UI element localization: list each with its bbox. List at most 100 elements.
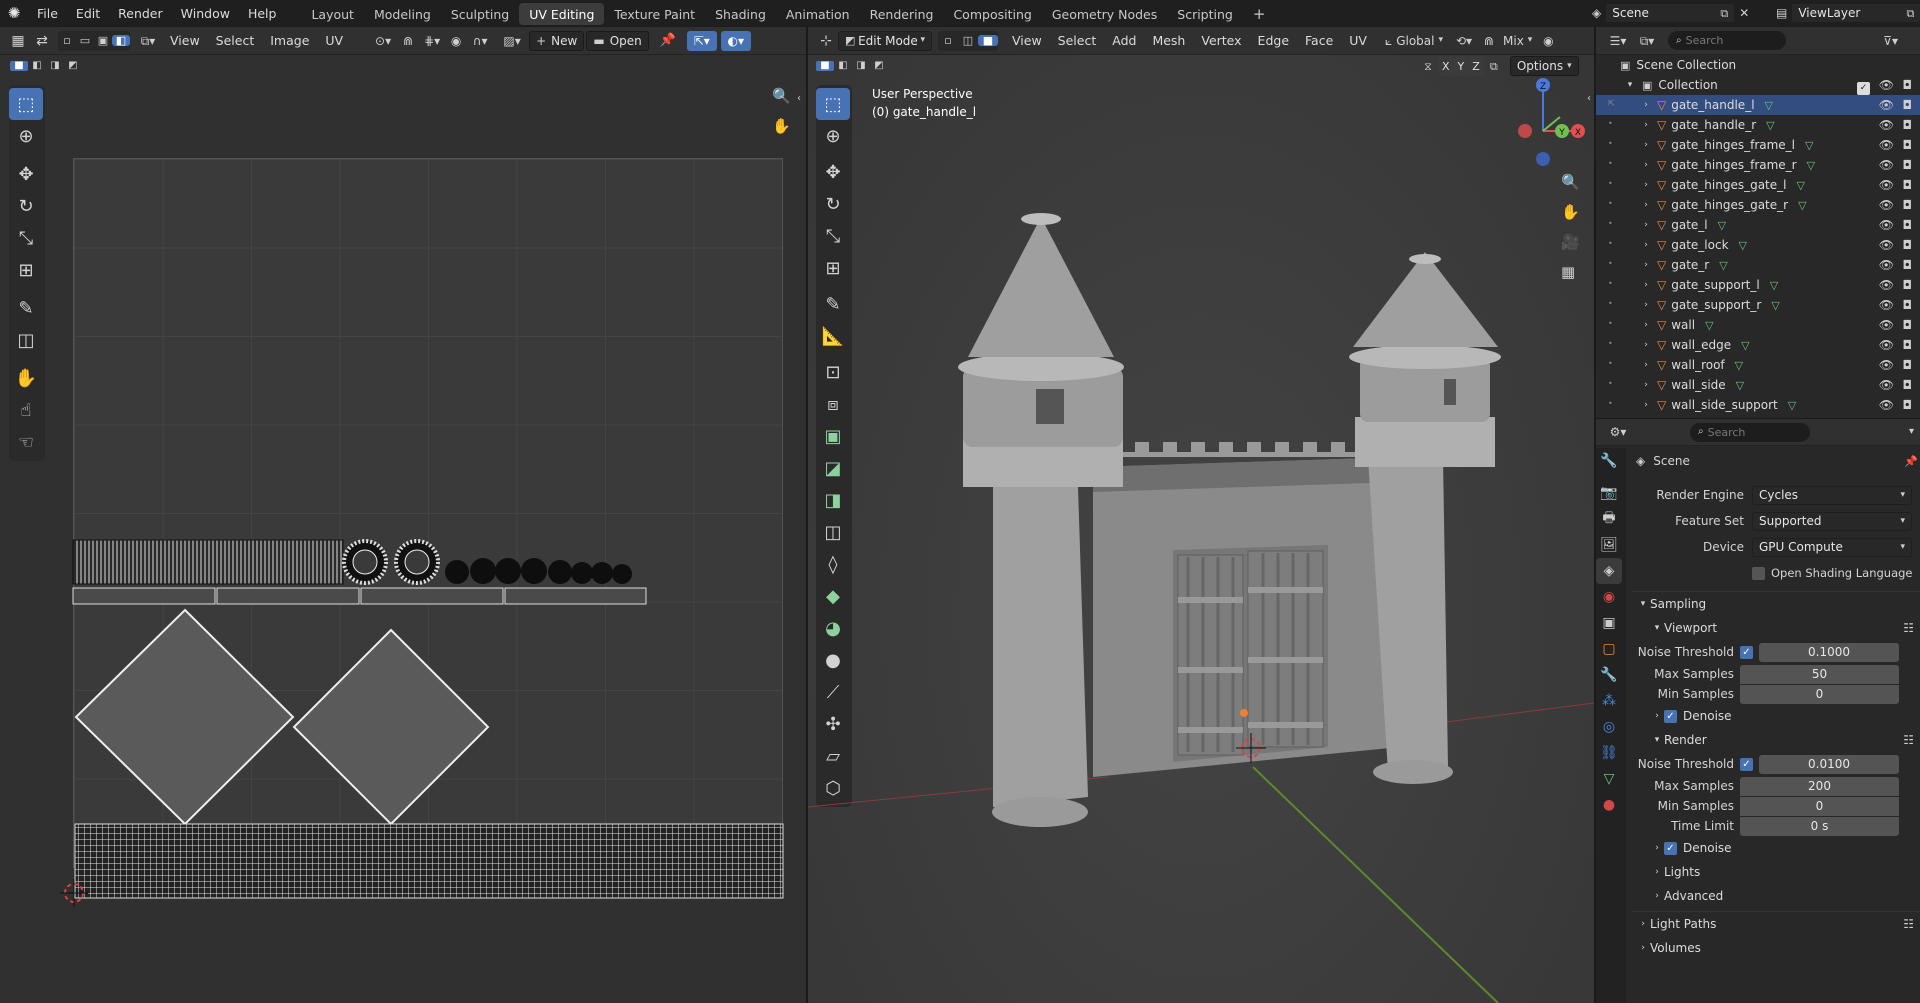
- tab-texture-paint[interactable]: Texture Paint: [604, 3, 705, 25]
- eye-icon[interactable]: 👁: [1879, 338, 1894, 352]
- move-tool[interactable]: ✥: [9, 158, 43, 190]
- select-invert-icon[interactable]: ◩: [64, 61, 82, 71]
- chevron-right-icon[interactable]: ›: [1640, 140, 1652, 150]
- castle-scene[interactable]: [808, 27, 1594, 1003]
- outliner-item[interactable]: • › ▽ wall_side ▽ 👁 ◘: [1596, 375, 1920, 395]
- constraints-tab-icon[interactable]: ⛓: [1596, 740, 1622, 766]
- render-denoise-row[interactable]: › ✓ Denoise: [1632, 836, 1920, 860]
- viewport-max-samples-field[interactable]: 50: [1740, 664, 1899, 684]
- eye-icon[interactable]: 👁: [1879, 238, 1894, 252]
- menu-uv[interactable]: UV: [317, 33, 351, 48]
- render-tab-icon[interactable]: 📷: [1596, 480, 1622, 506]
- physics-tab-icon[interactable]: ◎: [1596, 714, 1622, 740]
- uv-island-strips[interactable]: [72, 587, 647, 605]
- castle-gate-model[interactable]: [958, 213, 1501, 827]
- outliner-item[interactable]: • › ▽ gate_support_l ▽ 👁 ◘: [1596, 275, 1920, 295]
- eye-icon[interactable]: 👁: [1879, 318, 1894, 332]
- eye-icon[interactable]: 👁: [1879, 178, 1894, 192]
- scene-collection-row[interactable]: ▣ Scene Collection: [1596, 55, 1920, 75]
- outliner-item[interactable]: • › ▽ gate_hinges_frame_l ▽ 👁 ◘: [1596, 135, 1920, 155]
- collection-row[interactable]: ▾ ▣ Collection ✓ 👁 ◘: [1596, 75, 1920, 95]
- light-paths-section[interactable]: › Light Paths ☷: [1632, 912, 1920, 936]
- outliner-item[interactable]: • › ▽ gate_lock ▽ 👁 ◘: [1596, 235, 1920, 255]
- chevron-down-icon[interactable]: ▾: [1624, 80, 1636, 90]
- uv-2d-cursor[interactable]: [60, 879, 88, 907]
- outliner-item[interactable]: • › ▽ wall_edge ▽ 👁 ◘: [1596, 335, 1920, 355]
- viewport-subsection-header[interactable]: ▾ Viewport ☷: [1632, 616, 1920, 640]
- eye-icon[interactable]: 👁: [1879, 358, 1894, 372]
- outliner-item[interactable]: • › ▽ gate_hinges_frame_r ▽ 👁 ◘: [1596, 155, 1920, 175]
- image-browse-icon[interactable]: ▨▾: [497, 35, 527, 47]
- render-time-limit-field[interactable]: 0 s: [1740, 816, 1899, 836]
- render-denoise-checkbox[interactable]: ✓: [1664, 841, 1677, 855]
- outliner-item[interactable]: • › ▽ gate_hinges_gate_r ▽ 👁 ◘: [1596, 195, 1920, 215]
- menu-file[interactable]: File: [28, 0, 67, 26]
- tab-rendering[interactable]: Rendering: [860, 3, 944, 25]
- cursor-tool[interactable]: ⊕: [9, 120, 43, 152]
- transform-tool[interactable]: ⊞: [9, 254, 43, 286]
- lights-subsection[interactable]: › Lights: [1632, 860, 1920, 884]
- editor-type-icon[interactable]: ⚙▾: [1604, 426, 1632, 438]
- add-workspace-button[interactable]: +: [1243, 3, 1276, 25]
- eye-icon[interactable]: 👁: [1879, 98, 1894, 112]
- tab-sculpting[interactable]: Sculpting: [441, 3, 519, 25]
- device-dropdown[interactable]: GPU Compute ▾: [1752, 537, 1912, 557]
- modifier-tab-icon[interactable]: 🔧: [1596, 662, 1622, 688]
- volumes-section[interactable]: › Volumes: [1632, 936, 1920, 960]
- scene-selector[interactable]: ◈ Scene ⧉ ✕: [1592, 3, 1749, 23]
- osl-checkbox[interactable]: [1752, 566, 1765, 580]
- camera-icon[interactable]: ◘: [1903, 138, 1913, 152]
- gizmo-toggle-icon[interactable]: ⇱▾: [686, 30, 717, 51]
- chevron-right-icon[interactable]: ›: [1640, 300, 1652, 310]
- camera-icon[interactable]: ◘: [1903, 118, 1913, 132]
- eye-icon[interactable]: 👁: [1879, 138, 1894, 152]
- uv-island-diamond-right[interactable]: [292, 628, 490, 826]
- camera-icon[interactable]: ◘: [1903, 158, 1913, 172]
- collection-tab-icon[interactable]: ▣: [1596, 610, 1622, 636]
- camera-icon[interactable]: ◘: [1903, 358, 1913, 372]
- render-subsection-header[interactable]: ▾ Render ☷: [1632, 728, 1920, 752]
- properties-search-input[interactable]: ⌕ Search: [1690, 422, 1810, 442]
- render-min-samples-field[interactable]: 0: [1740, 796, 1899, 816]
- chevron-right-icon[interactable]: ›: [1640, 200, 1652, 210]
- object-tab-icon[interactable]: ▢: [1596, 636, 1622, 662]
- eye-icon[interactable]: 👁: [1879, 118, 1894, 132]
- edge-mode-icon[interactable]: ▭: [76, 35, 94, 46]
- view-layer-tab-icon[interactable]: 🖼: [1596, 532, 1622, 558]
- pinch-tool[interactable]: ☜: [9, 426, 43, 458]
- outliner-item[interactable]: ⇱ › ▽ gate_handle_l ▽ 👁 ◘: [1596, 95, 1920, 115]
- camera-icon[interactable]: ◘: [1903, 218, 1913, 232]
- snap-target-icon[interactable]: ⋕▾: [419, 35, 445, 47]
- particles-tab-icon[interactable]: ⁂: [1596, 688, 1622, 714]
- chevron-right-icon[interactable]: ›: [1640, 380, 1652, 390]
- render-engine-dropdown[interactable]: Cycles ▾: [1752, 485, 1912, 505]
- viewport-min-samples-field[interactable]: 0: [1740, 684, 1899, 704]
- chevron-right-icon[interactable]: ›: [1640, 160, 1652, 170]
- camera-icon[interactable]: ◘: [1903, 78, 1913, 92]
- menu-select[interactable]: Select: [208, 33, 263, 48]
- camera-icon[interactable]: ◘: [1903, 298, 1913, 312]
- data-tab-icon[interactable]: ▽: [1596, 766, 1622, 792]
- tab-scripting[interactable]: Scripting: [1167, 3, 1243, 25]
- camera-icon[interactable]: ◘: [1903, 378, 1913, 392]
- sampling-section-header[interactable]: ▾ Sampling: [1632, 592, 1920, 616]
- chevron-right-icon[interactable]: ›: [1640, 400, 1652, 410]
- render-noise-threshold-field[interactable]: 0.0100: [1759, 754, 1899, 774]
- grab-tool[interactable]: ✋: [9, 362, 43, 394]
- view-layer-field[interactable]: ViewLayer ⧉: [1791, 3, 1920, 23]
- tab-layout[interactable]: Layout: [301, 3, 364, 25]
- select-box-tool[interactable]: ⬚: [9, 88, 43, 120]
- copy-scene-icon[interactable]: ⧉: [1720, 8, 1728, 19]
- noise-threshold-checkbox[interactable]: ✓: [1740, 757, 1753, 771]
- camera-icon[interactable]: ◘: [1903, 338, 1913, 352]
- outliner-item[interactable]: • › ▽ wall_roof ▽ 👁 ◘: [1596, 355, 1920, 375]
- pin-icon[interactable]: 📌: [1904, 456, 1918, 467]
- collection-checkbox[interactable]: ✓: [1857, 79, 1876, 95]
- pan-hand-icon[interactable]: ✋: [772, 119, 791, 134]
- uv-island-wall-grid[interactable]: [74, 823, 784, 899]
- zoom-icon[interactable]: 🔍: [772, 89, 791, 104]
- editor-type-icon[interactable]: ☰▾: [1604, 35, 1632, 47]
- chevron-right-icon[interactable]: ›: [1640, 340, 1652, 350]
- eye-icon[interactable]: 👁: [1879, 78, 1894, 92]
- tab-animation[interactable]: Animation: [776, 3, 860, 25]
